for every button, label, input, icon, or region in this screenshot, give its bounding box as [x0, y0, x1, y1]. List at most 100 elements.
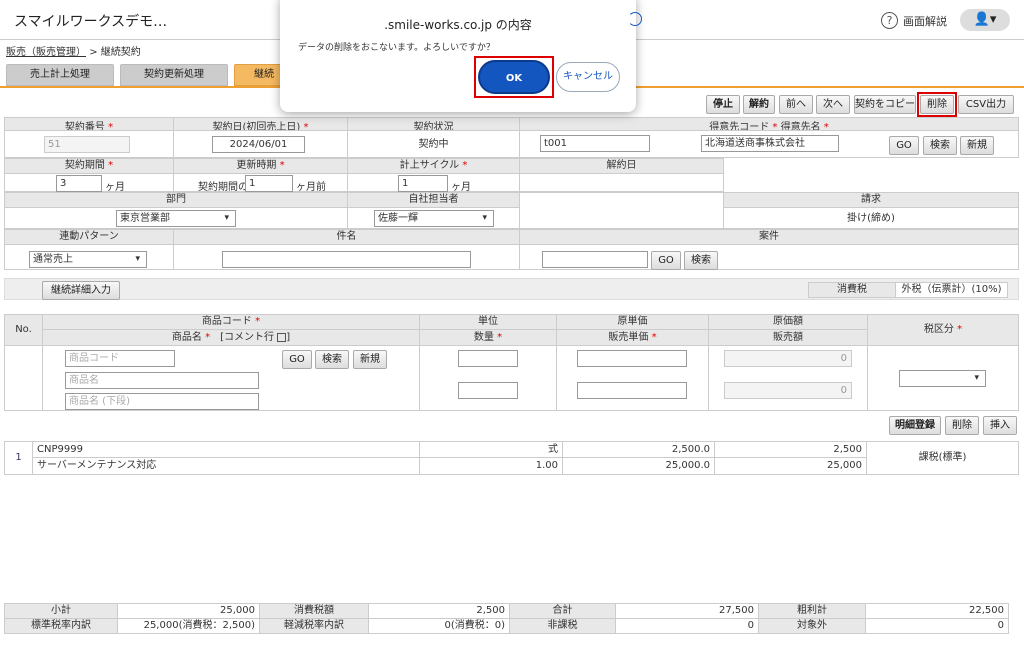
tax-value: 外税（伝票計）(10%)	[895, 282, 1008, 298]
dialog-message: データの削除をおこないます。よろしいですか？	[298, 43, 495, 53]
breadcrumb-parent[interactable]: 販売（販売管理）	[6, 47, 86, 58]
tax-type-select[interactable]	[899, 370, 986, 387]
contract-date-header: 契約日(初回売上日) *	[173, 117, 348, 131]
line-cost-amt: 2,500	[714, 441, 867, 458]
item-search-button[interactable]: 検索	[315, 350, 349, 369]
unit-input[interactable]	[458, 350, 518, 367]
item-go-button[interactable]: GO	[282, 350, 312, 369]
subject-header: 件名	[173, 229, 520, 245]
period-input[interactable]: 3	[56, 175, 102, 192]
tax-label: 消費税	[808, 282, 896, 298]
register-line-button[interactable]: 明細登録	[889, 416, 941, 435]
end-date-cell	[519, 173, 724, 192]
exempt-value: 0	[865, 618, 1009, 634]
pattern-select[interactable]: 通常売上	[29, 251, 147, 268]
detail-input-button[interactable]: 継続詳細入力	[42, 281, 120, 300]
tab-sales[interactable]: 売上計上処理	[6, 64, 114, 86]
profit-value: 22,500	[865, 603, 1009, 619]
item-new-button[interactable]: 新規	[353, 350, 387, 369]
sale-price-input[interactable]	[577, 382, 687, 399]
customer-code-input[interactable]: t001	[540, 135, 650, 152]
ok-button[interactable]: OK	[478, 60, 550, 94]
delete-highlight	[917, 92, 957, 117]
project-search-button[interactable]: 検索	[684, 251, 718, 270]
grand-total-label: 合計	[509, 603, 616, 619]
tab-renewal[interactable]: 契約更新処理	[120, 64, 228, 86]
line-no: 1	[4, 441, 33, 475]
cycle-unit: ヶ月	[451, 182, 471, 193]
cost-amt-input: 0	[724, 350, 852, 367]
col-qty: 数量 *	[419, 329, 557, 346]
period-header: 契約期間 *	[4, 158, 174, 174]
line-sale-amt: 25,000	[714, 457, 867, 475]
blank-cell	[519, 192, 724, 229]
nontax-label: 非課税	[509, 618, 616, 634]
profit-label: 粗利計	[758, 603, 866, 619]
dialog-title: .smile-works.co.jp の内容	[384, 18, 532, 32]
cycle-input[interactable]: 1	[398, 175, 448, 192]
copy-contract-button[interactable]: 契約をコピー	[854, 95, 916, 114]
project-header: 案件	[519, 229, 1019, 245]
page: スマイルワークスデモ… ? 画面解説 👤▾ 販売（販売管理） > 継続契約 売上…	[0, 0, 1024, 651]
col-name: 商品名 * [コメント行 ]	[42, 329, 420, 346]
qty-input[interactable]	[458, 382, 518, 399]
item-name2-input[interactable]: 商品名 (下段)	[65, 393, 259, 410]
col-unit: 単位	[419, 314, 557, 330]
cancel-contract-button[interactable]: 解約	[743, 95, 775, 114]
customer-name-input[interactable]: 北海道送商事株式会社	[701, 135, 839, 152]
breadcrumb-sep: >	[89, 47, 98, 58]
breadcrumb-current: 継続契約	[100, 47, 141, 58]
prev-button[interactable]: 前へ	[779, 95, 813, 114]
renew-prefix: 契約期間の	[198, 182, 248, 193]
tax-total-value: 2,500	[368, 603, 510, 619]
subject-input[interactable]	[222, 251, 471, 268]
cycle-header: 計上サイクル *	[347, 158, 520, 174]
dept-header: 部門	[4, 192, 348, 208]
col-sale-price: 販売単価 *	[556, 329, 709, 346]
bill-value: 掛け(締め)	[723, 207, 1019, 229]
contract-date-input[interactable]: 2024/06/01	[212, 136, 305, 153]
renew-header: 更新時期 *	[173, 158, 348, 174]
period-unit: ヶ月	[105, 182, 125, 193]
csv-export-button[interactable]: CSV出力	[958, 95, 1014, 114]
entry-no-cell	[4, 345, 43, 411]
renew-input[interactable]: 1	[245, 175, 293, 192]
line-unit: 式	[419, 441, 563, 458]
line-tax: 課税(標準)	[866, 441, 1019, 475]
pattern-header: 連動パターン	[4, 229, 174, 245]
contract-no-input[interactable]: 51	[44, 136, 130, 153]
stop-button[interactable]: 停止	[706, 95, 740, 114]
sale-amt-input: 0	[724, 382, 852, 399]
std-value: 25,000(消費税：2,500)	[117, 618, 260, 634]
cost-price-input[interactable]	[577, 350, 687, 367]
item-code-input[interactable]: 商品コード	[65, 350, 175, 367]
project-input[interactable]	[542, 251, 648, 268]
next-button[interactable]: 次へ	[816, 95, 850, 114]
staff-select[interactable]: 佐藤一輝	[374, 210, 494, 227]
customer-search-button[interactable]: 検索	[923, 136, 957, 155]
dialog-cancel-button[interactable]: キャンセル	[556, 62, 620, 92]
customer-header: 得意先コード * 得意先名 *	[519, 117, 1019, 131]
insert-line-button[interactable]: 挿入	[983, 416, 1017, 435]
project-go-button[interactable]: GO	[651, 251, 681, 270]
user-menu-icon[interactable]: 👤▾	[960, 9, 1010, 31]
nontax-value: 0	[615, 618, 759, 634]
customer-new-button[interactable]: 新規	[960, 136, 994, 155]
col-cost-amt: 原価額	[708, 314, 868, 330]
subtotal-value: 25,000	[117, 603, 260, 619]
item-name-input[interactable]: 商品名	[65, 372, 259, 389]
help-icon[interactable]: ?	[881, 12, 898, 29]
reduced-label: 軽減税率内訳	[259, 618, 369, 634]
std-label: 標準税率内訳	[4, 618, 118, 634]
app-title: スマイルワークスデモ…	[14, 14, 168, 30]
customer-go-button[interactable]: GO	[889, 136, 919, 155]
contract-no-header: 契約番号 *	[4, 117, 174, 131]
status-header: 契約状況	[347, 117, 520, 131]
dept-select[interactable]: 東京営業部	[116, 210, 236, 227]
confirm-dialog: .smile-works.co.jp の内容 データの削除をおこないます。よろし…	[280, 0, 636, 112]
col-no: No.	[4, 314, 43, 346]
delete-line-button[interactable]: 削除	[945, 416, 979, 435]
comment-checkbox[interactable]	[277, 332, 287, 342]
help-link[interactable]: 画面解説	[903, 13, 947, 29]
renew-suffix: ヶ月前	[296, 182, 326, 193]
